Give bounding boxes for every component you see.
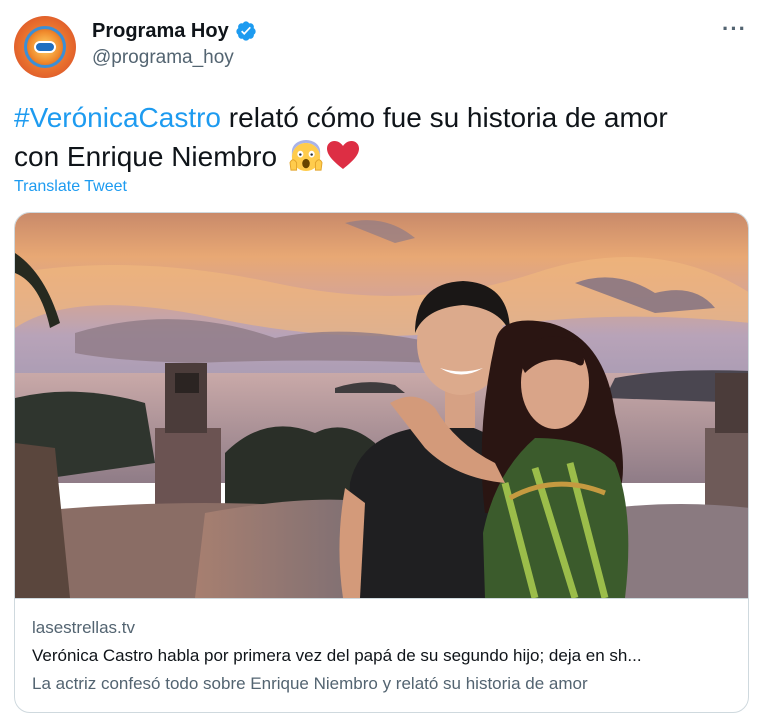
author-handle[interactable]: @programa_hoy (92, 46, 234, 70)
face-screaming-in-fear-icon (289, 140, 323, 172)
tweet-text-line1: relató cómo fue su historia de amor (221, 102, 668, 133)
verified-badge-icon (236, 21, 256, 41)
card-title[interactable]: Verónica Castro habla por primera vez de… (32, 645, 732, 667)
author-name-row[interactable]: Programa Hoy (92, 19, 257, 43)
card-image[interactable] (15, 213, 748, 598)
translate-tweet-link[interactable]: Translate Tweet (14, 177, 127, 197)
more-options-icon[interactable]: ··· (722, 18, 747, 40)
link-card[interactable]: lasestrellas.tv Verónica Castro habla po… (14, 212, 749, 713)
card-domain[interactable]: lasestrellas.tv (32, 617, 135, 639)
red-heart-icon (326, 141, 359, 169)
programa-hoy-logo-icon (24, 26, 66, 68)
avatar[interactable] (14, 16, 76, 78)
tweet-text: #VerónicaCastro relató cómo fue su histo… (14, 98, 744, 176)
sunset-photo (15, 213, 748, 598)
tweet-text-line2: con Enrique Niembro (14, 141, 285, 172)
card-divider (15, 598, 748, 599)
hashtag-link[interactable]: #VerónicaCastro (14, 102, 221, 133)
tweet[interactable]: Programa Hoy @programa_hoy ··· #Verónica… (0, 0, 768, 728)
card-description[interactable]: La actriz confesó todo sobre Enrique Nie… (32, 673, 732, 695)
author-display-name[interactable]: Programa Hoy (92, 19, 229, 43)
